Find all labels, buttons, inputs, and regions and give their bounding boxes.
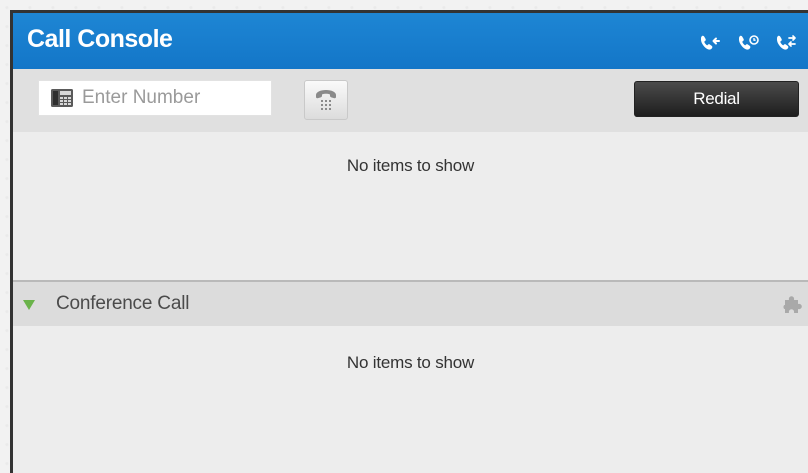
puzzle-piece-icon[interactable] [782,293,804,315]
conference-call-title: Conference Call [56,293,190,314]
expand-triangle-icon[interactable] [22,299,36,311]
active-calls-list: No items to show [13,132,808,280]
call-console-body: Call Console Enter Number Redial No item… [13,13,808,473]
number-field[interactable] [38,80,272,116]
call-console-window: Call Console Enter Number Redial No item… [10,10,808,473]
conference-call-header[interactable]: Conference Call [13,282,808,326]
dial-toolbar: Redial [13,69,808,132]
transfer-call-icon[interactable] [774,33,798,53]
call-history-icon[interactable] [736,33,760,53]
title-bar: Call Console [13,13,808,69]
header-actions [698,33,798,53]
conference-call-list: No items to show [13,326,808,473]
telephone-keypad-icon [316,90,336,110]
desk-phone-icon [51,89,73,107]
calls-empty-message: No items to show [346,156,475,175]
window-title: Call Console [27,25,173,53]
incoming-call-icon[interactable] [698,33,722,53]
number-input[interactable] [82,87,252,109]
conference-empty-message: No items to show [346,353,475,372]
dial-button[interactable] [304,80,348,120]
redial-button[interactable]: Redial [634,81,799,117]
